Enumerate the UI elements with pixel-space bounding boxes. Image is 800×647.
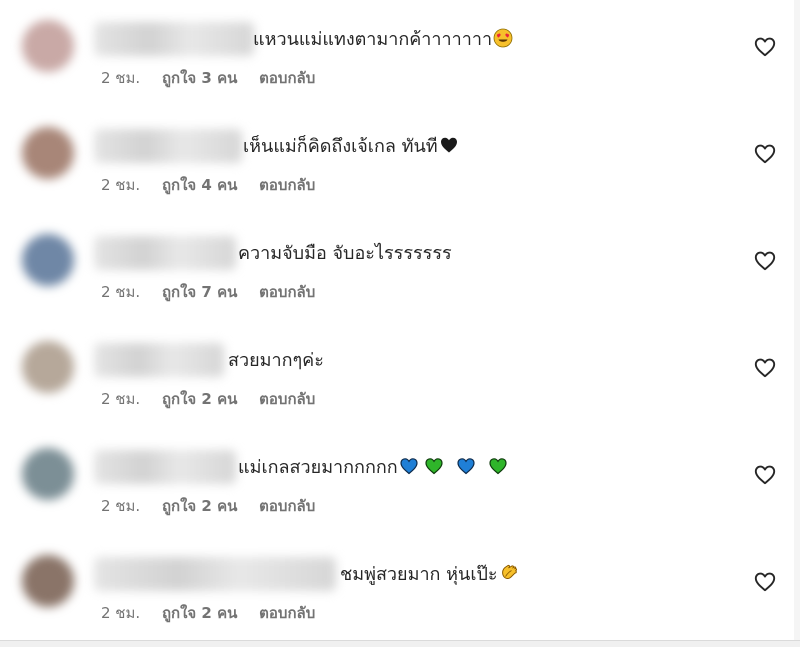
comment-body: เห็นแม่ก็คิดถึงเจ้เกล ทันที [243, 136, 438, 157]
avatar[interactable] [22, 234, 74, 286]
like-heart-button[interactable] [754, 144, 776, 164]
heart-outline-icon [754, 358, 776, 378]
comment-like-count[interactable]: ถูกใจ 2 คน [162, 603, 237, 623]
bottom-divider [0, 640, 800, 647]
comment-time: 2 ชม. [101, 604, 141, 622]
comment-text: ชมพู่สวยมาก หุ่นเป๊ะ [340, 561, 519, 589]
like-heart-button[interactable] [754, 358, 776, 378]
reply-button[interactable]: ตอบกลับ [259, 68, 315, 88]
comment-body: สวยมากๆค่ะ [228, 350, 324, 371]
comment-text: แม่เกลสวยมากกกกก [238, 454, 508, 482]
comment-time: 2 ชม. [101, 176, 141, 194]
clapping-hands-emoji [501, 564, 517, 580]
green-heart-emoji [425, 458, 443, 475]
comment-like-count[interactable]: ถูกใจ 7 คน [162, 282, 237, 302]
comment-text: แหวนแม่แทงตามากค้าาาาาาา [253, 26, 513, 54]
comment-meta: 2 ชม. ถูกใจ 3 คน ตอบกลับ [101, 68, 315, 88]
avatar[interactable] [22, 341, 74, 393]
black-heart-emoji [440, 137, 457, 153]
comment-meta: 2 ชม. ถูกใจ 7 คน ตอบกลับ [101, 282, 315, 302]
avatar[interactable] [22, 127, 74, 179]
reply-button[interactable]: ตอบกลับ [259, 389, 315, 409]
heart-outline-icon [754, 465, 776, 485]
scrollbar-track[interactable] [794, 0, 800, 640]
username-blurred[interactable] [94, 22, 254, 56]
comment-meta: 2 ชม. ถูกใจ 2 คน ตอบกลับ [101, 603, 315, 623]
green-heart-emoji [489, 458, 507, 475]
comment-like-count[interactable]: ถูกใจ 2 คน [162, 496, 237, 516]
comment-body: แหวนแม่แทงตามากค้าาาาาาา [253, 29, 493, 50]
heart-outline-icon [754, 572, 776, 592]
username-blurred[interactable] [94, 343, 224, 377]
comment-item: แม่เกลสวยมากกกกก 2 ชม. ถูกใจ 2 คน ตอบกลั… [0, 428, 794, 535]
comment-meta: 2 ชม. ถูกใจ 4 คน ตอบกลับ [101, 175, 315, 195]
comment-time: 2 ชม. [101, 497, 141, 515]
comment-like-count[interactable]: ถูกใจ 3 คน [162, 68, 237, 88]
comment-body: แม่เกลสวยมากกกกก [238, 457, 398, 478]
username-blurred[interactable] [94, 236, 236, 270]
comment-time: 2 ชม. [101, 283, 141, 301]
reply-button[interactable]: ตอบกลับ [259, 603, 315, 623]
heart-outline-icon [754, 251, 776, 271]
reply-button[interactable]: ตอบกลับ [259, 282, 315, 302]
comment-time: 2 ชม. [101, 69, 141, 87]
avatar[interactable] [22, 555, 74, 607]
reply-button[interactable]: ตอบกลับ [259, 175, 315, 195]
username-blurred[interactable] [94, 129, 242, 163]
comment-item: แหวนแม่แทงตามากค้าาาาาาา 2 ชม. ถูกใจ 3 ค… [0, 0, 794, 107]
like-heart-button[interactable] [754, 251, 776, 271]
comment-text: ความจับมือ จับอะไรรรรรรร [238, 240, 452, 268]
comment-body: ชมพู่สวยมาก หุ่นเป๊ะ [340, 564, 498, 585]
comment-like-count[interactable]: ถูกใจ 2 คน [162, 389, 237, 409]
comment-item: ชมพู่สวยมาก หุ่นเป๊ะ 2 ชม. ถูกใจ 2 คน ตอ… [0, 535, 794, 642]
like-heart-button[interactable] [754, 572, 776, 592]
blue-heart-emoji [400, 458, 418, 475]
comment-item: เห็นแม่ก็คิดถึงเจ้เกล ทันที 2 ชม. ถูกใจ … [0, 107, 794, 214]
comment-body: ความจับมือ จับอะไรรรรรรร [238, 243, 452, 264]
comment-time: 2 ชม. [101, 390, 141, 408]
comment-text: เห็นแม่ก็คิดถึงเจ้เกล ทันที [243, 133, 459, 161]
comment-item: สวยมากๆค่ะ 2 ชม. ถูกใจ 2 คน ตอบกลับ [0, 321, 794, 428]
heart-eyes-emoji [493, 28, 513, 48]
comment-meta: 2 ชม. ถูกใจ 2 คน ตอบกลับ [101, 389, 315, 409]
comment-like-count[interactable]: ถูกใจ 4 คน [162, 175, 237, 195]
comment-text: สวยมากๆค่ะ [228, 347, 324, 375]
username-blurred[interactable] [94, 557, 336, 591]
username-blurred[interactable] [94, 450, 236, 484]
like-heart-button[interactable] [754, 37, 776, 57]
heart-outline-icon [754, 144, 776, 164]
blue-heart-emoji [457, 458, 475, 475]
heart-outline-icon [754, 37, 776, 57]
like-heart-button[interactable] [754, 465, 776, 485]
avatar[interactable] [22, 20, 74, 72]
comment-item: ความจับมือ จับอะไรรรรรรร 2 ชม. ถูกใจ 7 ค… [0, 214, 794, 321]
avatar[interactable] [22, 448, 74, 500]
comment-list: แหวนแม่แทงตามากค้าาาาาาา 2 ชม. ถูกใจ 3 ค… [0, 0, 794, 640]
reply-button[interactable]: ตอบกลับ [259, 496, 315, 516]
comment-meta: 2 ชม. ถูกใจ 2 คน ตอบกลับ [101, 496, 315, 516]
